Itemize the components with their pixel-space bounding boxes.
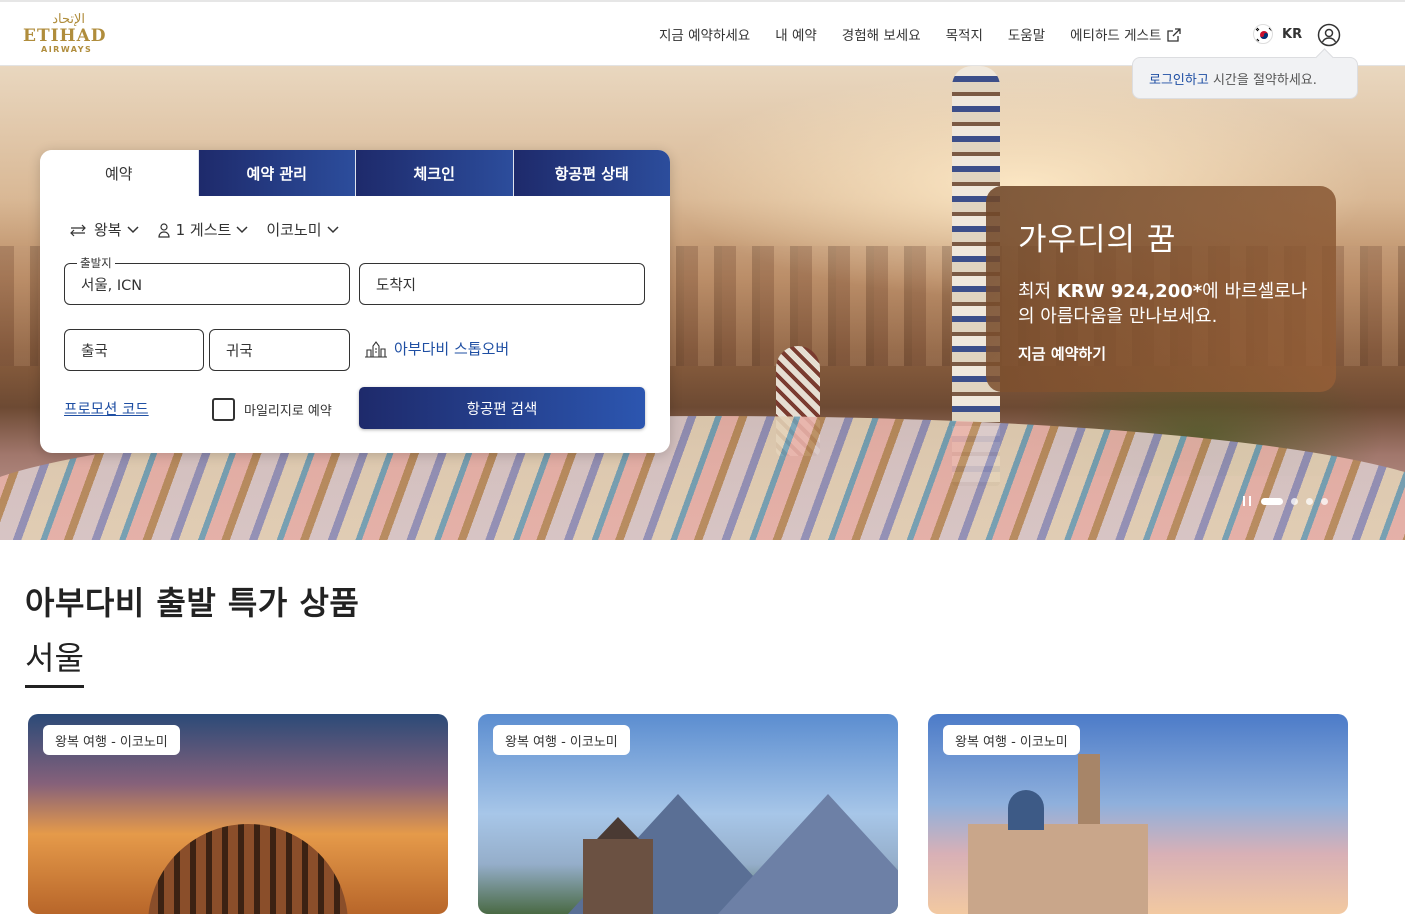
castle-image: [583, 817, 653, 914]
nav-etihad-guest[interactable]: 에티하드 게스트: [1070, 24, 1182, 44]
trip-type-dropdown[interactable]: 왕복: [68, 219, 139, 240]
miles-label: 마일리지로 예약: [244, 404, 332, 419]
logo-wordmark: ETIHAD: [23, 26, 107, 46]
round-trip-icon: [70, 224, 86, 236]
deal-card[interactable]: 왕복 여행 - 이코노미: [28, 714, 448, 914]
destination-placeholder: 도착지: [376, 277, 417, 294]
etihad-logo[interactable]: الإتحاد ETIHAD AIRWAYS: [23, 12, 107, 56]
promo-code-link[interactable]: 프로모션 코드: [64, 398, 149, 419]
chevron-down-icon: [236, 225, 248, 233]
logo-subtitle: AIRWAYS: [41, 45, 93, 54]
carousel-dot[interactable]: [1291, 497, 1298, 505]
promo-price: KRW 924,200*: [1056, 281, 1203, 302]
return-date-field[interactable]: 귀국: [209, 329, 350, 371]
nav-experience[interactable]: 경험해 보세요: [842, 24, 921, 44]
stopover-label: 아부다비 스톱오버: [394, 340, 510, 358]
logo-arabic: الإتحاد: [52, 12, 85, 27]
depart-placeholder: 출국: [81, 343, 108, 360]
login-tooltip-text: 시간을 절약하세요.: [1208, 73, 1317, 88]
promo-book-now-link[interactable]: 지금 예약하기: [1018, 343, 1336, 364]
cabin-dropdown[interactable]: 이코노미: [266, 219, 339, 240]
login-link[interactable]: 로그인하고: [1149, 73, 1209, 88]
colosseum-image: [148, 824, 348, 914]
carousel-dot[interactable]: [1306, 497, 1313, 505]
pause-icon[interactable]: [1243, 496, 1251, 506]
nav-destinations[interactable]: 목적지: [946, 24, 983, 44]
chevron-down-icon: [127, 225, 139, 233]
korea-flag-icon: [1253, 24, 1273, 44]
booking-tabs: 예약 예약 관리 체크인 항공편 상태: [40, 150, 670, 196]
nav-my-booking[interactable]: 내 예약: [775, 24, 817, 44]
main-nav: 지금 예약하세요 내 예약 경험해 보세요 목적지 도움말 에티하드 게스트: [659, 24, 1182, 44]
tab-check-in[interactable]: 체크인: [355, 150, 513, 196]
nav-etihad-guest-label: 에티하드 게스트: [1070, 28, 1162, 44]
carousel-dot[interactable]: [1261, 497, 1283, 505]
origin-label: 출발지: [77, 255, 115, 271]
deal-card[interactable]: 왕복 여행 - 이코노미: [478, 714, 898, 914]
origin-field[interactable]: 출발지 서울, ICN: [64, 255, 350, 305]
book-with-miles-checkbox[interactable]: 마일리지로 예약: [212, 398, 332, 421]
cathedral-image: [968, 754, 1148, 914]
origin-value: 서울, ICN: [81, 277, 143, 294]
city-tab-seoul[interactable]: 서울: [25, 633, 84, 688]
booking-widget: 예약 예약 관리 체크인 항공편 상태 왕복 1 게스트 이코노미 출발지 서울…: [40, 150, 670, 453]
deal-card[interactable]: 왕복 여행 - 이코노미: [928, 714, 1348, 914]
depart-date-field[interactable]: 출국: [64, 329, 204, 371]
language-selector[interactable]: KR: [1253, 24, 1302, 44]
external-link-icon: [1167, 28, 1182, 42]
tab-book[interactable]: 예약: [40, 150, 198, 196]
language-code: KR: [1282, 26, 1303, 42]
return-placeholder: 귀국: [226, 343, 253, 360]
nav-book-now[interactable]: 지금 예약하세요: [659, 24, 750, 44]
deal-tag: 왕복 여행 - 이코노미: [493, 725, 630, 755]
guests-dropdown[interactable]: 1 게스트: [157, 219, 249, 240]
city-skyline-icon: [365, 340, 387, 358]
tab-manage-booking[interactable]: 예약 관리: [197, 150, 355, 196]
promo-text: 최저 KRW 924,200*에 바르셀로나의 아름다움을 만나보세요.: [1018, 281, 1308, 327]
cabin-value: 이코노미: [266, 221, 322, 239]
user-account-icon[interactable]: [1317, 23, 1341, 47]
chevron-down-icon: [327, 225, 339, 233]
login-tooltip: 로그인하고 시간을 절약하세요.: [1132, 57, 1358, 99]
destination-field[interactable]: 도착지: [359, 263, 645, 305]
deals-heading: 아부다비 출발 특가 상품: [25, 584, 360, 622]
guests-value: 1 게스트: [175, 221, 232, 239]
deal-tag: 왕복 여행 - 이코노미: [43, 725, 180, 755]
deal-tag: 왕복 여행 - 이코노미: [943, 725, 1080, 755]
promo-title: 가우디의 꿈: [1018, 222, 1177, 258]
nav-help[interactable]: 도움말: [1008, 24, 1045, 44]
tab-flight-status[interactable]: 항공편 상태: [512, 150, 670, 196]
abu-dhabi-stopover-link[interactable]: 아부다비 스톱오버: [364, 338, 509, 359]
person-icon: [158, 222, 170, 238]
miles-checkbox-box[interactable]: [212, 398, 235, 421]
promo-card: 가우디의 꿈 최저 KRW 924,200*에 바르셀로나의 아름다움을 만나보…: [986, 186, 1336, 392]
carousel-dot[interactable]: [1321, 497, 1328, 505]
carousel-controls: [1243, 496, 1336, 506]
trip-options: 왕복 1 게스트 이코노미: [68, 219, 357, 240]
search-flights-button[interactable]: 항공편 검색: [359, 387, 645, 429]
trip-type-value: 왕복: [94, 221, 122, 239]
